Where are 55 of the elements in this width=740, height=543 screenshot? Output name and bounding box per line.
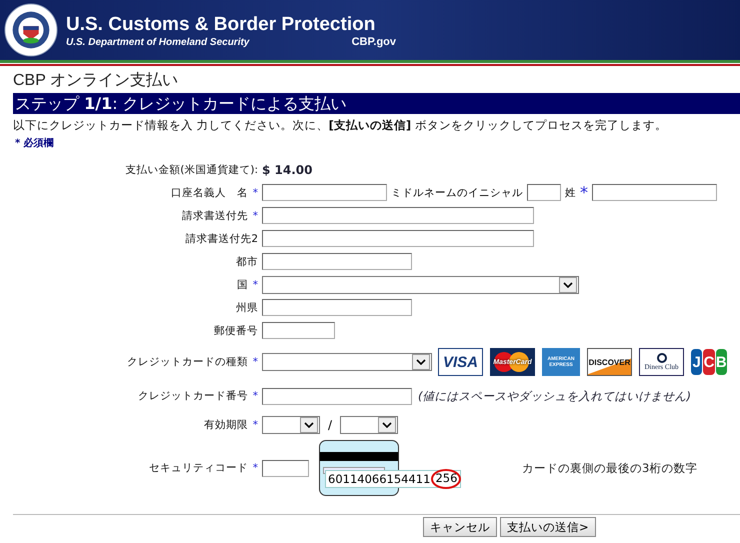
input-field[interactable]: [262, 207, 534, 224]
form-button[interactable]: 支払いの送信>: [500, 517, 596, 537]
input-field[interactable]: [527, 184, 561, 201]
chevron-down-icon: [304, 422, 314, 428]
field-label: ミドルネームのイニシャル: [391, 186, 523, 200]
required-mark: *: [252, 356, 258, 368]
input-field[interactable]: [262, 322, 335, 339]
required-note: * 必須欄: [15, 136, 55, 150]
field-label: 郵便番号: [214, 324, 258, 338]
input-field[interactable]: [262, 460, 309, 476]
field-label: 姓: [565, 186, 576, 200]
form-button[interactable]: キャンセル: [423, 517, 497, 537]
required-mark: *: [580, 183, 588, 202]
input-field[interactable]: [592, 184, 717, 201]
input-field[interactable]: [262, 184, 387, 201]
dropdown[interactable]: [262, 276, 579, 294]
field-label: 請求書送付先2: [185, 232, 258, 246]
input-field[interactable]: [262, 388, 412, 404]
required-mark: *: [252, 186, 258, 198]
dropdown[interactable]: [262, 353, 432, 371]
field-label: 請求書送付先: [182, 208, 248, 222]
field-label: 州県: [236, 300, 258, 314]
amount-label: 支払い金額(米国通貨建て):: [125, 162, 258, 176]
site-address: CBP.gov: [352, 36, 396, 48]
security-code-hint: カードの裏側の最後の3桁の数字: [522, 460, 698, 476]
chevron-down-icon: [563, 282, 573, 288]
dropdown[interactable]: [340, 416, 398, 434]
required-mark: *: [252, 419, 258, 431]
input-field[interactable]: [262, 230, 534, 247]
input-field[interactable]: [262, 299, 412, 316]
field-label: 口座名義人 名: [170, 186, 248, 200]
chevron-down-icon: [382, 422, 392, 428]
page-title: CBP オンライン支払い: [13, 71, 180, 91]
site-subtitle: U.S. Department of Homeland Security: [66, 36, 250, 48]
format-note: (値にはスペースやダッシュを入れてはいけません): [418, 388, 691, 404]
input-field[interactable]: [262, 253, 412, 270]
instructions: 以下にクレジットカード情報を入 力してください。次に、[支払いの送信] ボタンをクリックしてプロセスを完了します。: [13, 117, 668, 133]
site-title: U.S. Customs & Border Protection: [66, 12, 376, 36]
field-label: クレジットカード番号: [138, 389, 248, 403]
visa-logo: VISA: [438, 348, 483, 376]
required-mark: *: [252, 278, 258, 290]
required-mark: *: [252, 462, 258, 474]
field-label: 国: [236, 278, 248, 292]
amount-value: $ 14.00: [262, 162, 312, 176]
required-mark: *: [252, 210, 258, 222]
seal-icon: [4, 3, 58, 57]
chevron-down-icon: [416, 359, 426, 365]
field-label: 都市: [236, 254, 258, 268]
required-mark: *: [252, 390, 258, 402]
step-title: ステップ 1/1: クレジットカードによる支払い: [13, 93, 740, 114]
field-label: 有効期限: [204, 418, 248, 432]
field-label: セキュリティコード: [148, 461, 248, 475]
dropdown[interactable]: [262, 416, 320, 434]
field-label: クレジットカードの種類: [126, 355, 248, 369]
separator: /: [328, 418, 332, 432]
